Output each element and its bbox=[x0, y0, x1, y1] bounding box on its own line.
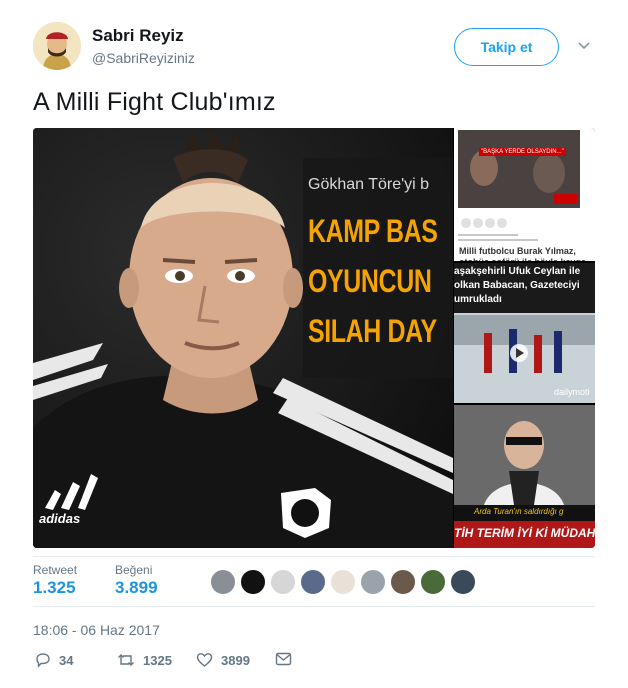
divider bbox=[33, 606, 595, 607]
divider bbox=[33, 556, 595, 557]
reply-count: 34 bbox=[59, 652, 74, 668]
headline-line-2: OYUNCUN bbox=[308, 263, 432, 299]
side3-caption: Arda Turan'ın saldırdığı g bbox=[474, 507, 564, 516]
thumb-caption: "BAŞKA YERDE OLSAYDIN..." bbox=[479, 148, 566, 156]
video-watermark: dailymoti bbox=[554, 387, 590, 397]
liker-avatar[interactable] bbox=[360, 569, 386, 595]
author-name[interactable]: Sabri Reyiz bbox=[92, 26, 184, 46]
side2-line-2: olkan Babacan, Gazeteciyi bbox=[454, 280, 580, 291]
retweet-count: 1325 bbox=[143, 652, 172, 668]
headline-line-3: SILAH DAY bbox=[308, 313, 437, 349]
adidas-logo: adidas bbox=[39, 511, 81, 526]
liker-avatar[interactable] bbox=[240, 569, 266, 595]
side-image-3[interactable]: Arda Turan'ın saldırdığı g TİH TERİM İYİ… bbox=[454, 405, 595, 548]
retweet-stat-value[interactable]: 1.325 bbox=[33, 578, 76, 598]
reply-button[interactable]: 34 bbox=[35, 652, 73, 668]
avatar-icon bbox=[33, 22, 81, 70]
headline-intro: Gökhan Töre'yi b bbox=[308, 176, 430, 193]
side2-line-3: umrukladı bbox=[454, 294, 502, 305]
like-stat-value[interactable]: 3.899 bbox=[115, 578, 158, 598]
retweet-stat-label[interactable]: Retweet bbox=[33, 563, 77, 577]
liker-avatar[interactable] bbox=[420, 569, 446, 595]
side-image-1[interactable]: "BAŞKA YERDE OLSAYDIN..." Milli futbolcu… bbox=[454, 128, 595, 261]
reply-icon bbox=[36, 653, 50, 668]
direct-message-button[interactable] bbox=[275, 652, 292, 666]
liker-avatar[interactable] bbox=[210, 569, 236, 595]
side-image-2[interactable]: aşakşehirli Ufuk Ceylan ile olkan Babaca… bbox=[454, 263, 595, 403]
liker-avatar[interactable] bbox=[300, 569, 326, 595]
liker-avatar[interactable] bbox=[330, 569, 356, 595]
headline-line-1: KAMP BAS bbox=[308, 213, 438, 249]
side2-headline: aşakşehirli Ufuk Ceylan ile olkan Babaca… bbox=[454, 265, 595, 307]
avatar[interactable] bbox=[33, 22, 81, 70]
liker-avatar[interactable] bbox=[390, 569, 416, 595]
liker-avatars bbox=[210, 569, 476, 595]
like-count: 3899 bbox=[221, 652, 250, 668]
retweet-icon bbox=[118, 654, 134, 666]
side2-line-1: aşakşehirli Ufuk Ceylan ile bbox=[454, 266, 581, 277]
media-collage[interactable]: Gökhan Töre'yi b KAMP BAS OYUNCUN SILAH … bbox=[33, 128, 595, 548]
chevron-down-icon[interactable] bbox=[576, 38, 592, 54]
side1-headline: Milli futbolcu Burak Yılmaz, otobüs şofö… bbox=[459, 246, 586, 261]
author-handle[interactable]: @SabriReyiziniz bbox=[92, 50, 195, 66]
follow-button[interactable]: Takip et bbox=[454, 28, 559, 66]
liker-avatar[interactable] bbox=[270, 569, 296, 595]
liker-avatar[interactable] bbox=[450, 569, 476, 595]
main-photo[interactable]: Gökhan Töre'yi b KAMP BAS OYUNCUN SILAH … bbox=[33, 128, 453, 548]
tweet-text: A Milli Fight Club'ımız bbox=[33, 88, 276, 116]
like-button[interactable]: 3899 bbox=[196, 652, 250, 668]
like-stat-label[interactable]: Beğeni bbox=[115, 563, 152, 577]
side3-banner: TİH TERİM İYİ Kİ MÜDAHALE bbox=[454, 526, 595, 540]
envelope-icon bbox=[275, 652, 292, 666]
heart-icon bbox=[196, 653, 213, 667]
retweet-button[interactable]: 1325 bbox=[117, 652, 172, 668]
timestamp[interactable]: 18:06 - 06 Haz 2017 bbox=[33, 622, 160, 638]
